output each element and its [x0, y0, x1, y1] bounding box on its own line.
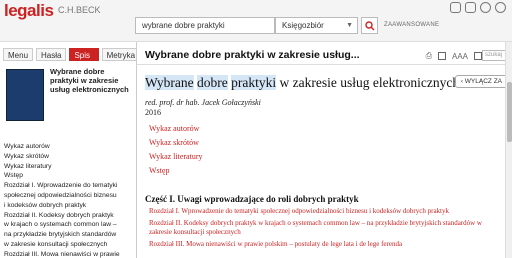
toc-item[interactable]: Rozdział I. Wprowadzenie do tematyki [4, 181, 135, 191]
editor-line: red. prof. dr hab. Jacek Gołaczyński [145, 98, 261, 107]
toc-list: Wykaz autorów Wykaz skrótów Wykaz litera… [4, 142, 135, 258]
chapter-list: Rozdział I. Wprowadzenie do tematyki spo… [149, 207, 489, 252]
toggle-highlight-label: WYLĄCZ ZA [464, 78, 502, 85]
search-input[interactable]: wybrane dobre praktyki [135, 17, 275, 34]
page-title: Wybrane dobre praktyki w zakresie usług.… [145, 49, 360, 61]
toc-item[interactable]: w zakresie konsultacji społecznych [4, 240, 135, 250]
sidebar-tabs: Menu Hasła Spis treści Metryka [0, 48, 136, 69]
bookmark-icon[interactable] [474, 52, 482, 60]
search-highlight: praktyki [231, 75, 277, 90]
export-icon[interactable] [437, 52, 446, 60]
toc-item[interactable]: na przykładzie brytyjskich standardów [4, 230, 135, 240]
front-matter-links: Wykaz autorów Wykaz skrótów Wykaz litera… [149, 122, 203, 178]
chevron-down-icon: ▼ [346, 22, 353, 29]
section-heading: Część I. Uwagi wprowadzające do roli dob… [145, 194, 359, 204]
toggle-highlight-button[interactable]: ‹ WYLĄCZ ZA [454, 75, 508, 88]
print-icon[interactable]: ⎙ [426, 51, 432, 61]
scrollbar[interactable] [505, 42, 512, 258]
scope-select-value: Księgozbiór [282, 21, 324, 30]
document-title-rest: w zakresie usług elektronicznych [276, 75, 460, 90]
book-cover [6, 69, 44, 121]
home-icon[interactable] [450, 2, 461, 13]
top-bar: legalis C.H.BECK wybrane dobre praktyki … [0, 0, 512, 42]
document-title: Wybrane dobre praktyki w zakresie usług … [145, 75, 459, 91]
toc-item[interactable]: w krajach o systemach common law – [4, 220, 135, 230]
publication-year: 2016 [145, 108, 161, 117]
toc-item[interactable]: Wykaz literatury [4, 162, 135, 172]
link-wykaz-literatury[interactable]: Wykaz literatury [149, 150, 203, 164]
tab-spis-tresci[interactable]: Spis treści [69, 48, 99, 69]
search-highlight: dobre [197, 75, 228, 90]
link-wykaz-autorow[interactable]: Wykaz autorów [149, 122, 203, 136]
toc-item[interactable]: społecznej odpowiedzialności biznesu [4, 191, 135, 201]
scrollbar-thumb[interactable] [507, 82, 512, 142]
advanced-search-link[interactable]: ZAAWANSOWANE [384, 22, 439, 28]
toc-item[interactable]: Rozdział III. Mowa nienawiści w prawie [4, 250, 135, 258]
user-icon[interactable] [495, 2, 506, 13]
search-button[interactable] [361, 17, 378, 34]
document-toolbar: ⎙ AAA [426, 51, 482, 61]
legalis-logo[interactable]: legalis [4, 1, 54, 21]
link-wykaz-skrotow[interactable]: Wykaz skrótów [149, 136, 203, 150]
toc-item[interactable]: Wstęp [4, 171, 135, 181]
toc-item[interactable]: Rozdział II. Kodeksy dobrych praktyk [4, 211, 135, 221]
app-window: legalis C.H.BECK wybrane dobre praktyki … [0, 0, 512, 258]
search-icon [364, 20, 374, 30]
divider [137, 64, 512, 65]
folder-icon[interactable] [465, 2, 476, 13]
toc-item[interactable]: Wykaz skrótów [4, 152, 135, 162]
font-size-icon[interactable]: AAA [452, 52, 468, 61]
scope-select[interactable]: Księgozbiór ▼ [275, 17, 358, 34]
toc-item[interactable]: i kodeksów dobrych praktyk [4, 201, 135, 211]
publisher-label: C.H.BECK [58, 5, 101, 15]
link-wstep[interactable]: Wstęp [149, 164, 203, 178]
tab-menu[interactable]: Menu [3, 48, 34, 61]
book-title: Wybrane dobre praktyki w zakresie usług … [50, 67, 129, 94]
sidebar: Menu Hasła Spis treści Metryka Wybrane d… [0, 42, 137, 258]
top-icons [450, 2, 506, 13]
toc-item[interactable]: Wykaz autorów [4, 142, 135, 152]
tab-hasla[interactable]: Hasła [36, 48, 67, 61]
document-view: Wybrane dobre praktyki w zakresie usług.… [137, 42, 512, 258]
chapter-link[interactable]: Rozdział III. Mowa nienawiści w prawie p… [149, 240, 489, 249]
search-highlight: Wybrane [145, 75, 194, 90]
tab-metryka[interactable]: Metryka [101, 48, 136, 61]
help-icon[interactable] [480, 2, 491, 13]
chapter-link[interactable]: Rozdział I. Wprowadzenie do tematyki spo… [149, 207, 489, 216]
chapter-link[interactable]: Rozdział II. Kodeksy dobrych praktyk w k… [149, 219, 489, 237]
